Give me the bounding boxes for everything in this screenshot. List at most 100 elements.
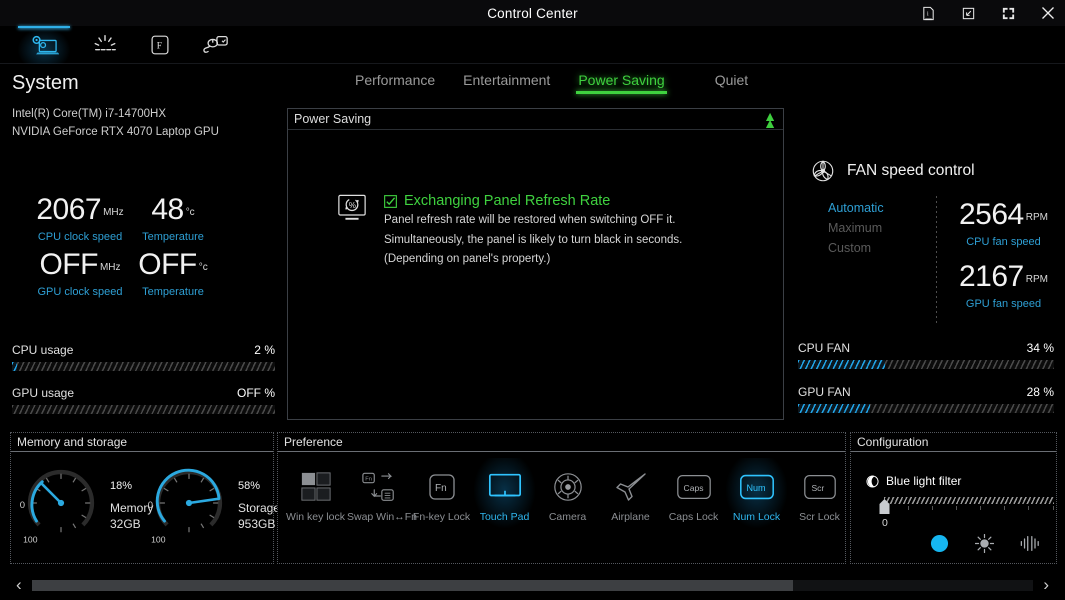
- fan-title-label: FAN speed control: [847, 162, 975, 179]
- stat-unit: MHz: [103, 207, 124, 218]
- gpu-usage-meter: GPU usage OFF %: [12, 386, 275, 414]
- mouse-device-icon: [203, 35, 228, 53]
- display-mode-buttons: [930, 533, 1040, 558]
- gauge-percent: 58: [238, 479, 251, 492]
- fan-unit: RPM: [1025, 212, 1048, 223]
- pref-label: Swap Win↔Fn: [347, 511, 418, 523]
- svg-text:0: 0: [148, 500, 153, 511]
- fan-bar-fill: [798, 360, 886, 369]
- pref-win-key-lock[interactable]: Win key lock: [284, 458, 347, 529]
- tab-entertainment[interactable]: Entertainment: [463, 72, 550, 94]
- blue-light-filter-slider[interactable]: [884, 497, 1054, 504]
- svg-text:Fn: Fn: [435, 483, 447, 494]
- scrollbar-thumb[interactable]: [31, 579, 793, 591]
- close-icon[interactable]: [1039, 4, 1057, 22]
- fan-divider: [936, 196, 937, 324]
- nav-item-keyboard-backlight[interactable]: [79, 26, 131, 64]
- fan-icon: [812, 160, 834, 182]
- fan-value: 2167: [959, 260, 1024, 293]
- stat-gpu-clock: OFF MHz GPU clock speed: [20, 250, 140, 299]
- configuration-header: Configuration: [851, 433, 1056, 452]
- svg-text:Num: Num: [746, 483, 765, 493]
- info-icon[interactable]: i: [919, 4, 937, 22]
- scroll-right-arrow[interactable]: ›: [1043, 575, 1049, 595]
- scroll-left-arrow[interactable]: ‹: [16, 575, 22, 595]
- pref-airplane[interactable]: Airplane: [599, 458, 662, 529]
- usage-label: GPU usage: [12, 386, 75, 400]
- blue-light-filter-label: Blue light filter: [886, 474, 962, 488]
- power-saving-panel-header: Power Saving ▲ ▲: [288, 109, 783, 130]
- storage-gauge-text: 58% Storage 953GB: [238, 476, 280, 531]
- usage-bar: [12, 405, 275, 414]
- power-saving-panel: Power Saving ▲ ▲ % Exchanging Panel Refre…: [287, 108, 784, 420]
- fan-unit: RPM: [1025, 274, 1048, 285]
- tab-quiet[interactable]: Quiet: [715, 72, 748, 94]
- usage-unit: %: [264, 386, 275, 400]
- gpu-fan-readout: 2167 RPM GPU fan speed: [946, 260, 1061, 311]
- svg-text:Fn: Fn: [365, 476, 372, 482]
- fan-bar-label: GPU FAN: [798, 385, 851, 399]
- stat-cpu-clock: 2067 MHz CPU clock speed: [20, 195, 140, 244]
- scrollbar-track[interactable]: [31, 579, 1034, 591]
- control-center-window: Control Center i F System Intel(R) Core(…: [0, 0, 1065, 600]
- nav-item-system[interactable]: [18, 26, 70, 64]
- svg-text:i: i: [926, 10, 928, 17]
- nav-item-fn-key[interactable]: F: [134, 26, 186, 64]
- tab-performance[interactable]: Performance: [355, 72, 435, 94]
- moon-filter-icon[interactable]: [930, 534, 949, 558]
- fan-bar: [798, 360, 1054, 369]
- stat-unit: °c: [198, 262, 208, 273]
- stat-label: Temperature: [142, 231, 204, 243]
- svg-text:100: 100: [151, 535, 166, 545]
- brightness-split-icon[interactable]: [974, 533, 995, 558]
- feature-text: Exchanging Panel Refresh Rate Panel refr…: [384, 193, 682, 268]
- storage-gauge: 0 100: [148, 468, 223, 545]
- touchpad-icon: [473, 466, 536, 508]
- fan-mode-list: Automatic Maximum Custom: [828, 198, 884, 258]
- fullscreen-icon[interactable]: [999, 4, 1017, 22]
- fan-value: 2564: [959, 198, 1024, 231]
- fan-label: CPU fan speed: [966, 236, 1041, 248]
- pref-touch-pad[interactable]: Touch Pad: [473, 458, 536, 529]
- panel-title: Power Saving: [294, 112, 372, 126]
- stat-gpu-temp: OFF °c Temperature: [128, 250, 218, 299]
- svg-text:100: 100: [23, 535, 38, 545]
- cpu-fan-readout: 2564 RPM CPU fan speed: [946, 198, 1061, 249]
- pref-label: Win key lock: [286, 511, 345, 523]
- chevron-up-double-icon[interactable]: ▲ ▲: [763, 109, 777, 130]
- fan-mode-automatic[interactable]: Automatic: [828, 198, 884, 218]
- pref-num-lock[interactable]: Num Num Lock: [725, 458, 788, 529]
- fan-bar-label: CPU FAN: [798, 341, 851, 355]
- minimize-to-tray-icon[interactable]: [959, 4, 977, 22]
- exchanging-panel-refresh-rate-feature[interactable]: % Exchanging Panel Refresh Rate Panel re…: [336, 193, 682, 268]
- gauge-percent: 18: [110, 479, 123, 492]
- fan-mode-custom[interactable]: Custom: [828, 238, 884, 258]
- pref-camera[interactable]: Camera: [536, 458, 599, 529]
- stat-unit: °c: [185, 207, 195, 218]
- svg-text:Scr: Scr: [811, 483, 824, 493]
- pref-fn-key-lock[interactable]: Fn Fn-key Lock: [410, 458, 473, 529]
- pref-swap-win-fn[interactable]: Fn Swap Win↔Fn: [347, 458, 418, 529]
- tab-power-saving[interactable]: Power Saving: [576, 72, 667, 94]
- pref-label: Airplane: [611, 511, 650, 523]
- nav-item-device[interactable]: [190, 26, 242, 64]
- blue-light-filter-ticks: [884, 506, 1054, 510]
- storage-gauge-group: 0 100 58% Storage 953GB: [146, 460, 280, 546]
- pref-scr-lock[interactable]: Scr Scr Lock: [788, 458, 851, 529]
- fan-bar-value: 34: [1026, 341, 1040, 355]
- usage-unit: %: [264, 343, 275, 357]
- win-key-lock-icon: [284, 466, 347, 508]
- fan-mode-maximum[interactable]: Maximum: [828, 218, 884, 238]
- tab-label: Power Saving: [578, 72, 665, 88]
- svg-text:Caps: Caps: [683, 483, 703, 493]
- usage-value: OFF: [236, 386, 261, 400]
- fan-speed-control-title: FAN speed control: [810, 158, 975, 184]
- fn-key-lock-icon: Fn: [410, 466, 473, 508]
- contrast-wave-icon[interactable]: [1020, 534, 1040, 558]
- stat-value: 48: [151, 193, 184, 226]
- pref-caps-lock[interactable]: Caps Caps Lock: [662, 458, 725, 529]
- usage-bar-fill: [12, 362, 18, 371]
- top-nav-strip: F: [0, 26, 1065, 64]
- panel-refresh-rate-icon: %: [336, 193, 368, 268]
- gauge-name: Storage: [238, 500, 281, 515]
